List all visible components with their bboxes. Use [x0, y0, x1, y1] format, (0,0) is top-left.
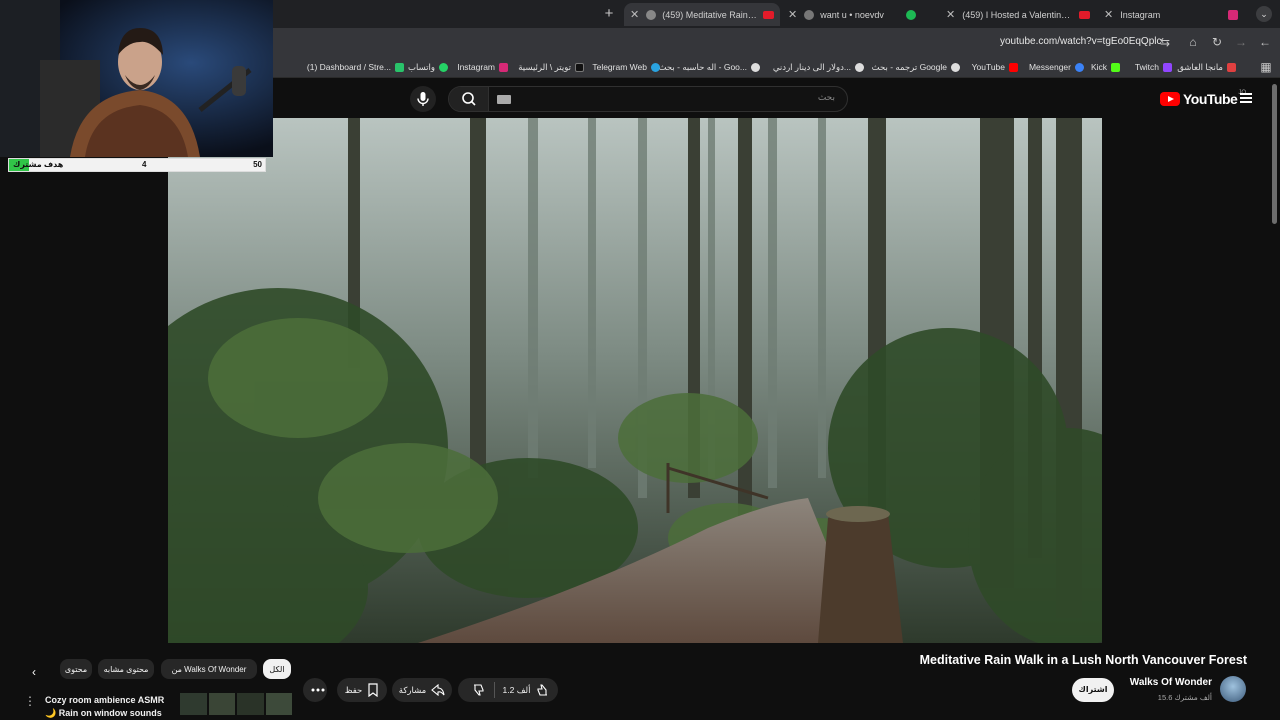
- bookmark-item[interactable]: مانجا العاشق: [1177, 60, 1236, 74]
- search-input[interactable]: بحث: [818, 92, 835, 103]
- channel-name[interactable]: Walks Of Wonder: [1130, 677, 1212, 688]
- save-label: حفظ: [344, 684, 363, 695]
- share-button[interactable]: مشاركة: [392, 678, 452, 702]
- tab-want-u[interactable]: ✕ want u • noevdv: [782, 3, 922, 26]
- thumbnail-frame: [180, 693, 207, 715]
- bookmark-icon: [368, 683, 378, 697]
- more-horizontal-icon: [311, 688, 324, 692]
- share-icon: [431, 684, 445, 696]
- tab-valentines[interactable]: ✕ (459) I Hosted a Valentines Dat: [940, 3, 1096, 26]
- close-tab-icon[interactable]: ✕: [1104, 8, 1113, 21]
- video-player[interactable]: [168, 118, 1102, 643]
- tab-search-button[interactable]: ⌄: [1256, 6, 1272, 22]
- video-title: Meditative Rain Walk in a Lush North Van…: [919, 653, 1247, 667]
- tab-title: (459) Meditative Rain Walk: [662, 9, 757, 20]
- webcam-overlay: [0, 0, 273, 157]
- reload-icon[interactable]: ↻: [1209, 34, 1225, 50]
- recommendation-menu-icon[interactable]: ⋮: [24, 694, 36, 708]
- search-box[interactable]: بحث: [448, 86, 848, 112]
- keyboard-icon[interactable]: [497, 95, 511, 104]
- tab-meditative-rain-walk[interactable]: ✕ (459) Meditative Rain Walk: [624, 3, 780, 26]
- bookmark-item[interactable]: Instagram: [457, 60, 508, 74]
- like-dislike-pill: 1.2 ألف: [458, 678, 558, 702]
- channel-avatar[interactable]: [1220, 676, 1246, 702]
- thumbnail-frame: [237, 693, 264, 715]
- tab-instagram[interactable]: ✕ Instagram: [1098, 3, 1250, 26]
- chip-all[interactable]: الكل: [263, 659, 291, 679]
- bookmark-item[interactable]: دولار الى دينار اردني...: [773, 60, 864, 74]
- search-button[interactable]: [449, 87, 489, 111]
- youtube-play-icon: [1160, 92, 1180, 106]
- logo-text: YouTube: [1183, 91, 1238, 107]
- like-separator: [493, 682, 495, 698]
- close-tab-icon[interactable]: ✕: [630, 8, 639, 21]
- thumbnail-frame: [265, 693, 292, 715]
- like-button[interactable]: 1.2 ألف: [503, 683, 550, 697]
- search-icon: [462, 92, 476, 106]
- recommendation-thumbnail[interactable]: [180, 693, 292, 715]
- youtube-icon: [763, 10, 774, 19]
- tab-title: want u • noevdv: [820, 9, 884, 20]
- save-button[interactable]: حفظ: [337, 678, 387, 702]
- share-label: مشاركة: [398, 684, 427, 695]
- page-scrollbar[interactable]: [1272, 84, 1277, 224]
- bookmark-item[interactable]: Twitch: [1135, 60, 1172, 74]
- home-icon[interactable]: ⌂: [1185, 34, 1201, 50]
- subscriber-goal-bar: هدف مشترك 4 50: [8, 158, 266, 172]
- thumbnail-frame: [208, 693, 235, 715]
- tab-title: Instagram: [1120, 9, 1161, 20]
- back-icon[interactable]: ←: [1257, 34, 1273, 50]
- close-tab-icon[interactable]: ✕: [946, 8, 955, 21]
- bookmark-item[interactable]: YouTube: [972, 60, 1018, 74]
- voice-search-button[interactable]: [410, 86, 436, 112]
- grid-icon[interactable]: ▦: [1258, 59, 1274, 75]
- bookmark-item[interactable]: واتساب: [408, 60, 448, 74]
- menu-icon[interactable]: [1240, 93, 1252, 103]
- close-tab-icon[interactable]: ✕: [788, 8, 797, 21]
- subscriber-goal-current: 4: [142, 160, 147, 169]
- channel-subscriber-count: 15.6 ألف مشترك: [1157, 693, 1212, 702]
- subscriber-goal-label: هدف مشترك: [13, 160, 64, 169]
- streamer-webcam-image: [0, 0, 273, 157]
- microphone-icon: [417, 92, 429, 106]
- chips-scroll-left-icon[interactable]: ‹: [32, 665, 36, 679]
- forest-path-video-frame: [168, 118, 1102, 643]
- tab-title: (459) I Hosted a Valentines Dat: [962, 9, 1073, 20]
- thumbs-up-icon: [537, 684, 548, 696]
- bookmark-item[interactable]: Kick: [1091, 60, 1120, 74]
- site-settings-icon[interactable]: ⇆: [1157, 34, 1173, 50]
- youtube-icon: [1079, 10, 1090, 19]
- bookmark-item[interactable]: ترجمه - بحث Google: [872, 60, 960, 74]
- globe-icon: [804, 9, 815, 20]
- chip-content[interactable]: محتوى: [60, 659, 92, 679]
- bookmark-item[interactable]: تويتر \ الرئيسية: [518, 60, 584, 74]
- audio-icon: [646, 9, 657, 20]
- bookmark-item[interactable]: اله حاسبه - بحث - Goo...: [659, 60, 760, 74]
- bookmark-item[interactable]: Telegram Web: [592, 60, 660, 74]
- like-count: 1.2 ألف: [502, 684, 531, 695]
- thumbs-down-icon: [473, 684, 484, 696]
- subscribe-button[interactable]: اشتراك: [1072, 678, 1114, 702]
- recommendation-title[interactable]: Cozy room ambience ASMR 🌙 Rain on window…: [45, 694, 175, 720]
- youtube-logo[interactable]: YouTube JO: [1160, 90, 1246, 107]
- spotify-icon: [906, 9, 916, 20]
- bookmark-item[interactable]: (1) Dashboard / Stre...: [307, 60, 404, 74]
- forward-icon[interactable]: →: [1233, 34, 1249, 50]
- subscriber-goal-target: 50: [253, 160, 262, 169]
- instagram-icon: [1228, 9, 1238, 20]
- dislike-button[interactable]: [467, 683, 486, 697]
- chip-from-channel[interactable]: من Walks Of Wonder: [161, 659, 257, 679]
- url-text[interactable]: youtube.com/watch?v=tgEo0EqQplc: [1000, 36, 1161, 47]
- new-tab-button[interactable]: +: [600, 5, 618, 23]
- chip-similar[interactable]: محتوى مشابه: [98, 659, 154, 679]
- more-actions-button[interactable]: [303, 678, 327, 702]
- bookmark-item[interactable]: Messenger: [1029, 60, 1084, 74]
